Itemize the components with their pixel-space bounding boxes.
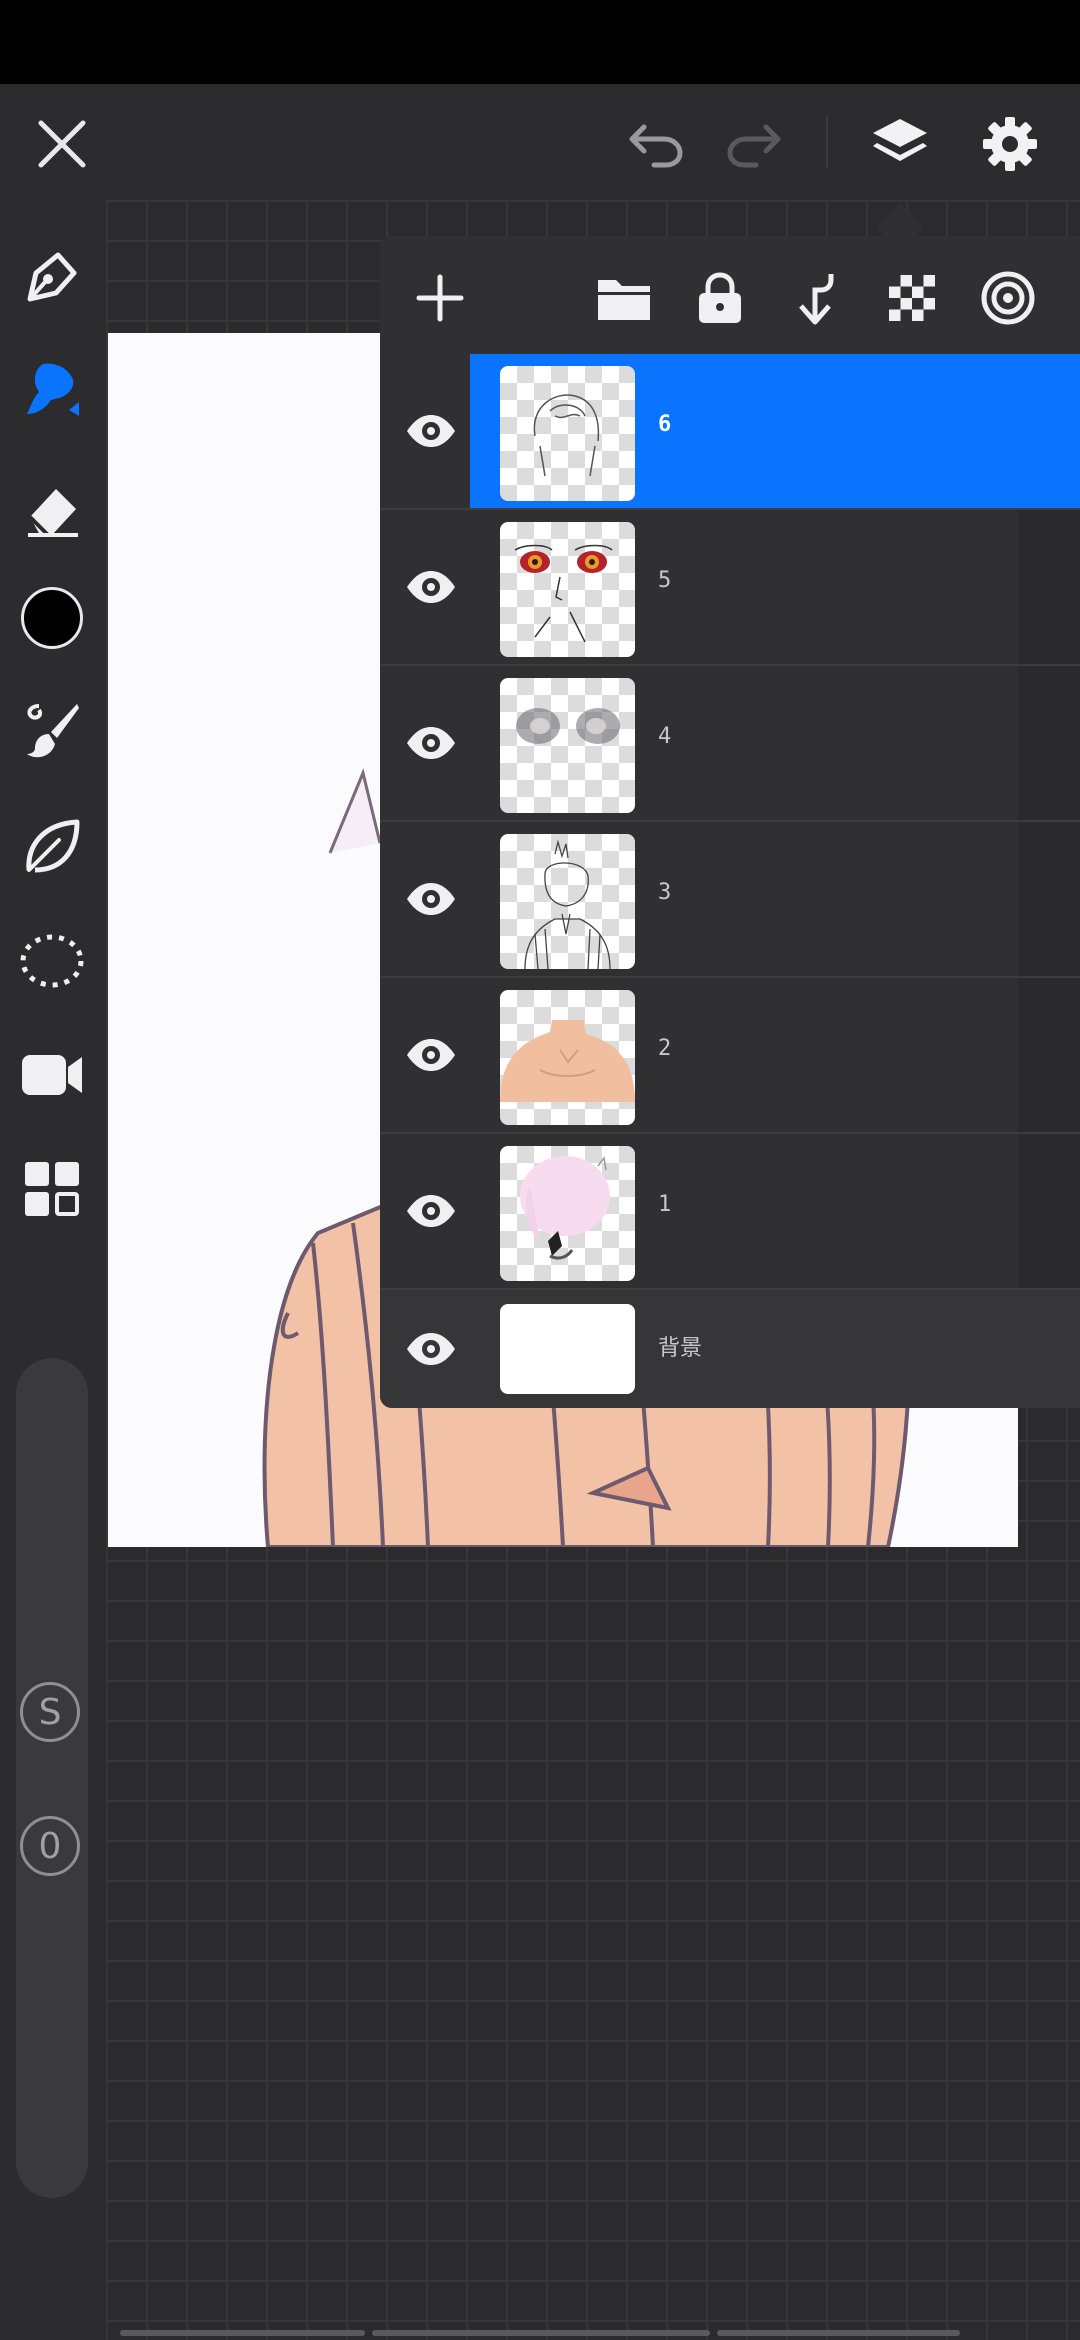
visibility-eye-icon[interactable] (396, 1178, 466, 1244)
layer-row-3[interactable]: 3 (380, 822, 1080, 978)
layer-options-column (1018, 666, 1080, 820)
size-button[interactable]: S (20, 1682, 80, 1742)
layers-icon[interactable] (868, 112, 932, 176)
layer-thumbnail (500, 678, 635, 813)
layers-panel-header (380, 236, 1080, 354)
folder-icon[interactable] (594, 268, 654, 328)
merge-down-icon[interactable] (786, 268, 846, 328)
layer-row-2[interactable]: 2 (380, 978, 1080, 1134)
layer-row-background[interactable]: 背景 (380, 1290, 1080, 1408)
layer-name: 6 (658, 412, 672, 437)
visibility-eye-icon[interactable] (396, 1316, 466, 1382)
undo-icon[interactable] (624, 112, 688, 176)
layer-name: 2 (658, 1036, 672, 1061)
add-layer-icon[interactable] (410, 268, 470, 328)
layer-thumbnail (500, 1304, 635, 1394)
home-indicator (120, 2330, 960, 2336)
close-icon[interactable] (30, 112, 94, 176)
layer-options-column (1018, 978, 1080, 1132)
toolbar-separator (826, 116, 828, 168)
visibility-eye-icon[interactable] (396, 710, 466, 776)
layer-name: 3 (658, 880, 672, 905)
leaf-icon[interactable] (17, 812, 87, 882)
visibility-eye-icon[interactable] (396, 554, 466, 620)
redo-icon[interactable] (722, 112, 786, 176)
color-swatch[interactable] (17, 583, 87, 653)
lock-icon[interactable] (690, 268, 750, 328)
layer-name: 1 (658, 1192, 672, 1217)
layer-name: 背景 (658, 1336, 703, 1361)
brush-icon[interactable] (17, 354, 87, 424)
layer-options-column (1018, 510, 1080, 664)
smudge-brush-icon[interactable] (17, 694, 87, 764)
transparency-icon[interactable] (882, 268, 942, 328)
layer-options-column (1018, 822, 1080, 976)
layer-thumbnail (500, 990, 635, 1125)
layer-thumbnail (500, 834, 635, 969)
layer-row-1[interactable]: 1 (380, 1134, 1080, 1290)
layer-name: 4 (658, 724, 672, 749)
layer-row-6[interactable]: 6 (380, 354, 1080, 510)
layer-name: 5 (658, 568, 672, 593)
grid-menu-icon[interactable] (17, 1154, 87, 1224)
settings-icon[interactable] (978, 112, 1042, 176)
lasso-selection-icon[interactable] (17, 926, 87, 996)
layer-thumbnail (500, 1146, 635, 1281)
video-icon[interactable] (17, 1040, 87, 1110)
visibility-eye-icon[interactable] (396, 1022, 466, 1088)
layer-thumbnail (500, 366, 635, 501)
layer-row-4[interactable]: 4 (380, 666, 1080, 822)
layer-options-column (1018, 1134, 1080, 1288)
visibility-eye-icon[interactable] (396, 866, 466, 932)
status-bar (0, 0, 1080, 84)
layers-panel: 6 5 4 3 2 1 背景 (380, 236, 1080, 1408)
visibility-eye-icon[interactable] (396, 398, 466, 464)
layer-thumbnail (500, 522, 635, 657)
brush-size-slider[interactable] (16, 1358, 88, 2198)
opacity-button[interactable]: 0 (20, 1816, 80, 1876)
blend-icon[interactable] (978, 268, 1038, 328)
eraser-icon[interactable] (17, 474, 87, 544)
pencil-icon[interactable] (17, 242, 87, 312)
layer-row-5[interactable]: 5 (380, 510, 1080, 666)
